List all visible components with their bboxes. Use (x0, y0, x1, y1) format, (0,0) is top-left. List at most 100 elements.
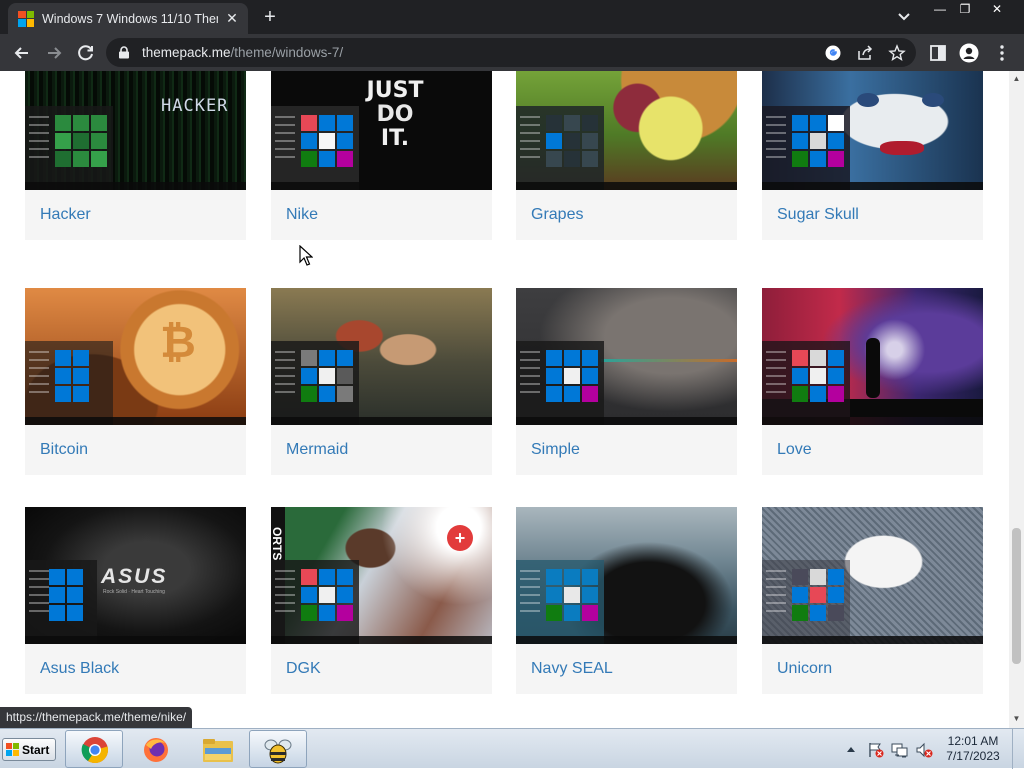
theme-link[interactable]: Navy SEAL (531, 660, 613, 678)
nike-slogan: JUST DO IT. (366, 78, 424, 151)
clock-time: 12:01 AM (947, 734, 999, 748)
theme-link[interactable]: Love (777, 441, 812, 459)
show-hidden-icons-arrow-icon[interactable] (846, 745, 856, 753)
forward-arrow-icon[interactable] (41, 40, 67, 66)
scroll-up-arrow-icon[interactable]: ▲ (1012, 75, 1021, 83)
theme-card-love[interactable]: Love (762, 288, 983, 475)
tab-title: Windows 7 Windows 11/10 Theme (42, 11, 218, 26)
side-panel-icon[interactable] (928, 43, 948, 63)
browser-tab-strip: Windows 7 Windows 11/10 Theme ✕ + — ❐ ✕ (0, 0, 1024, 34)
theme-thumbnail[interactable]: JUST DO IT. (271, 71, 492, 190)
back-arrow-icon[interactable] (9, 40, 35, 66)
mini-taskbar (516, 636, 737, 644)
theme-thumbnail[interactable]: ORTS + (271, 507, 492, 644)
mini-taskbar (271, 636, 492, 644)
theme-thumbnail[interactable] (516, 507, 737, 644)
theme-link[interactable]: Nike (286, 206, 318, 224)
restore-button[interactable]: ❐ (950, 0, 980, 20)
url-text[interactable]: themepack.me/theme/windows-7/ (142, 45, 343, 60)
theme-card-navy-seal[interactable]: Navy SEAL (516, 507, 737, 694)
start-menu-preview (25, 106, 113, 190)
start-menu-preview (271, 560, 359, 644)
start-menu-preview (762, 341, 850, 425)
taskbar-chrome-button[interactable] (65, 730, 123, 768)
mini-taskbar (516, 182, 737, 190)
action-center-flag-icon[interactable] (867, 741, 885, 759)
theme-thumbnail[interactable] (516, 288, 737, 425)
windows-logo-icon (18, 10, 34, 27)
google-icon[interactable] (824, 44, 842, 62)
tab-active[interactable]: Windows 7 Windows 11/10 Theme ✕ (8, 3, 248, 34)
theme-link[interactable]: Sugar Skull (777, 206, 859, 224)
share-icon[interactable] (856, 44, 874, 62)
theme-card-sugar-skull[interactable]: Sugar Skull (762, 71, 983, 240)
windows-taskbar: Start 12:01 AM 7/17/2023 (0, 728, 1024, 769)
theme-card-grapes[interactable]: Grapes (516, 71, 737, 240)
taskbar-firefox-button[interactable] (127, 730, 185, 768)
start-menu-preview (271, 106, 359, 190)
theme-link[interactable]: Simple (531, 441, 580, 459)
start-button[interactable]: Start (2, 738, 56, 761)
close-window-button[interactable]: ✕ (982, 0, 1012, 20)
bee-app-icon (264, 739, 292, 764)
reload-icon[interactable] (73, 40, 99, 66)
asus-logo: ASUS (101, 565, 168, 588)
taskbar-bee-app-button[interactable] (249, 730, 307, 768)
theme-thumbnail[interactable] (516, 71, 737, 190)
firefox-icon (144, 738, 168, 762)
theme-card-asus-black[interactable]: ASUS Rock Solid · Heart Touching Asus Bl… (25, 507, 246, 694)
theme-thumbnail[interactable]: ASUS Rock Solid · Heart Touching (25, 507, 246, 644)
network-icon[interactable] (891, 741, 909, 759)
theme-link[interactable]: Mermaid (286, 441, 348, 459)
page-scrollbar[interactable]: ▲ ▼ (1009, 71, 1024, 728)
volume-muted-icon[interactable] (915, 741, 933, 759)
taskbar-clock[interactable]: 12:01 AM 7/17/2023 (940, 734, 1006, 764)
clock-date: 7/17/2023 (946, 749, 1000, 763)
page-content: HACKER Hacker JUST DO IT. Nike Grapes Su… (0, 71, 1009, 728)
mini-taskbar (516, 417, 737, 425)
theme-link[interactable]: DGK (286, 660, 321, 678)
theme-thumbnail[interactable] (762, 71, 983, 190)
theme-link[interactable]: Unicorn (777, 660, 832, 678)
star-icon[interactable] (888, 44, 906, 62)
mini-taskbar (25, 636, 246, 644)
theme-thumbnail[interactable] (762, 507, 983, 644)
taskbar-explorer-button[interactable] (189, 730, 247, 768)
tab-close-icon[interactable]: ✕ (224, 10, 240, 27)
theme-link[interactable]: Hacker (40, 206, 91, 224)
scroll-down-arrow-icon[interactable]: ▼ (1012, 715, 1021, 723)
theme-card-mermaid[interactable]: Mermaid (271, 288, 492, 475)
theme-card-dgk[interactable]: ORTS + DGK (271, 507, 492, 694)
theme-thumbnail[interactable]: HACKER (25, 71, 246, 190)
theme-card-hacker[interactable]: HACKER Hacker (25, 71, 246, 240)
mini-taskbar (762, 417, 983, 425)
theme-card-bitcoin[interactable]: ₿ Bitcoin (25, 288, 246, 475)
start-menu-preview (516, 106, 604, 190)
new-tab-button[interactable]: + (258, 6, 282, 28)
file-explorer-icon (203, 739, 233, 762)
windows-logo-icon (6, 743, 19, 756)
system-tray (845, 729, 935, 769)
scrollbar-thumb[interactable] (1012, 528, 1021, 664)
mini-taskbar (25, 182, 246, 190)
first-aid-badge: + (447, 525, 473, 551)
profile-icon[interactable] (959, 43, 979, 63)
theme-thumbnail[interactable] (762, 288, 983, 425)
address-bar[interactable]: themepack.me/theme/windows-7/ (106, 38, 916, 67)
theme-card-unicorn[interactable]: Unicorn (762, 507, 983, 694)
theme-thumbnail[interactable] (271, 288, 492, 425)
theme-thumbnail[interactable]: ₿ (25, 288, 246, 425)
lock-icon[interactable] (118, 46, 130, 59)
couple-silhouette (866, 338, 880, 398)
mini-taskbar (762, 636, 983, 644)
show-desktop-button[interactable] (1012, 729, 1024, 769)
theme-link[interactable]: Asus Black (40, 660, 119, 678)
asus-tagline: Rock Solid · Heart Touching (103, 589, 165, 595)
theme-card-simple[interactable]: Simple (516, 288, 737, 475)
theme-card-nike[interactable]: JUST DO IT. Nike (271, 71, 492, 240)
start-menu-preview (762, 106, 850, 190)
theme-link[interactable]: Grapes (531, 206, 583, 224)
theme-link[interactable]: Bitcoin (40, 441, 88, 459)
kebab-menu-icon[interactable] (992, 43, 1012, 63)
tab-search-chevron-icon[interactable] (893, 8, 915, 26)
